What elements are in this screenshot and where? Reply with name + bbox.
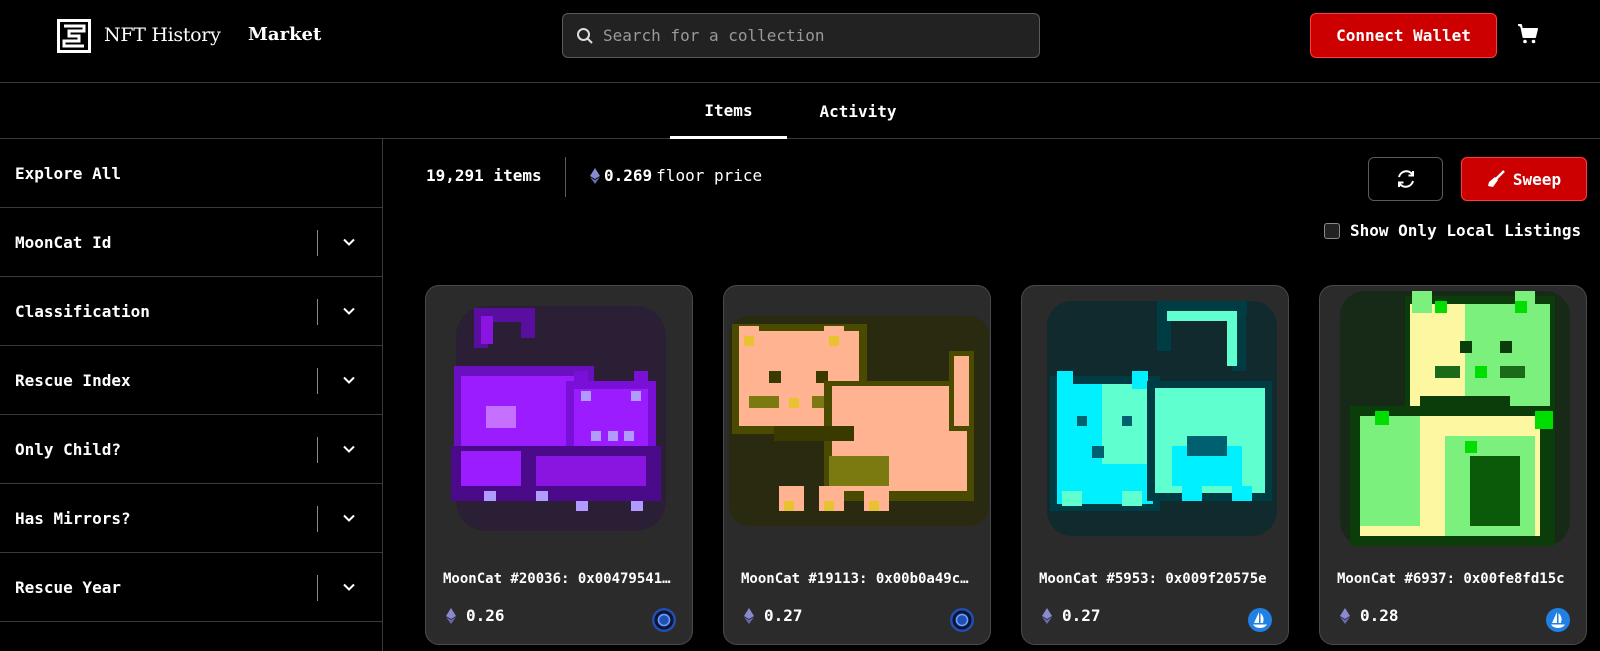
filter-label: Only Child? [15, 439, 121, 459]
divider [317, 368, 318, 394]
refresh-button[interactable] [1368, 157, 1443, 201]
connect-wallet-button[interactable]: Connect Wallet [1310, 13, 1497, 58]
nft-price-value: 0.26 [466, 606, 505, 625]
search-input[interactable] [603, 14, 1023, 57]
nft-title[interactable]: MoonCat #5953: 0x009f20575e [1039, 571, 1271, 587]
mooncat-purple-image [451, 306, 666, 531]
nft-price: 0.26 [446, 606, 505, 625]
collection-search[interactable] [562, 13, 1040, 58]
filter-label: Has Mirrors? [15, 508, 131, 528]
cart-icon[interactable] [1516, 22, 1540, 46]
nft-price-value: 0.27 [1062, 606, 1101, 625]
opensea-icon[interactable] [1545, 607, 1571, 633]
explore-all-item[interactable]: Explore All [0, 139, 382, 208]
stats-divider [565, 157, 566, 197]
filter-rescue-year[interactable]: Rescue Year [0, 553, 382, 622]
filter-only-child[interactable]: Only Child? [0, 415, 382, 484]
filter-label: Classification [15, 301, 150, 321]
filter-mooncat-id[interactable]: MoonCat Id [0, 208, 382, 277]
explore-all-label: Explore All [15, 163, 121, 183]
mooncat-green-image [1340, 291, 1570, 546]
filter-classification[interactable]: Classification [0, 277, 382, 346]
ring-marketplace-icon[interactable] [651, 607, 677, 633]
opensea-icon[interactable] [1247, 607, 1273, 633]
items-count: 19,291 items [426, 166, 542, 185]
mooncat-peach-image [729, 316, 989, 526]
chevron-down-icon[interactable] [341, 441, 357, 457]
floor-price-value: 0.269 [604, 166, 653, 185]
local-listings-label: Show Only Local Listings [1350, 221, 1582, 240]
eth-icon [1042, 607, 1052, 624]
filter-label: Rescue Year [15, 577, 121, 597]
nft-price: 0.28 [1340, 606, 1399, 625]
filter-sidebar: Explore All MoonCat Id Classification Re… [0, 139, 383, 651]
divider [317, 437, 318, 463]
nft-card[interactable]: MoonCat #5953: 0x009f20575e 0.27 [1021, 285, 1289, 645]
filter-rescue-index[interactable]: Rescue Index [0, 346, 382, 415]
chevron-down-icon[interactable] [341, 234, 357, 250]
tab-items[interactable]: Items [670, 84, 787, 139]
nft-title[interactable]: MoonCat #6937: 0x00fe8fd15c [1337, 571, 1569, 587]
eth-icon [590, 167, 600, 184]
local-listings-checkbox[interactable] [1324, 222, 1340, 239]
sweep-button[interactable]: Sweep [1461, 157, 1587, 201]
chevron-down-icon[interactable] [341, 372, 357, 388]
filter-label: Rescue Index [15, 370, 131, 390]
local-listings-toggle[interactable]: Show Only Local Listings [1324, 221, 1581, 240]
top-header: NFT History Market Connect Wallet [0, 0, 1600, 83]
nft-price-value: 0.28 [1360, 606, 1399, 625]
filter-has-mirrors[interactable]: Has Mirrors? [0, 484, 382, 553]
nft-price-value: 0.27 [764, 606, 803, 625]
brand-name[interactable]: NFT History [104, 24, 221, 46]
floor-price-label: floor price [656, 166, 763, 185]
nft-card[interactable]: MoonCat #19113: 0x00b0a49c… 0.27 [723, 285, 991, 645]
tab-bar: Items Activity [0, 84, 1600, 139]
nft-card[interactable]: MoonCat #6937: 0x00fe8fd15c 0.28 [1319, 285, 1587, 645]
nav-market-link[interactable]: Market [248, 24, 321, 45]
divider [317, 299, 318, 325]
divider [317, 575, 318, 601]
broom-icon [1487, 170, 1505, 187]
nft-title[interactable]: MoonCat #19113: 0x00b0a49c… [741, 571, 973, 587]
tab-activity[interactable]: Activity [808, 84, 908, 139]
refresh-icon [1397, 170, 1414, 188]
nft-card[interactable]: MoonCat #20036: 0x00479541… 0.26 [425, 285, 693, 645]
eth-icon [1340, 607, 1350, 624]
chevron-down-icon[interactable] [341, 303, 357, 319]
nft-price: 0.27 [1042, 606, 1101, 625]
chevron-down-icon[interactable] [341, 510, 357, 526]
chevron-down-icon[interactable] [341, 579, 357, 595]
search-icon [577, 28, 593, 44]
mooncat-cyan-image [1047, 301, 1277, 536]
filter-label: MoonCat Id [15, 232, 112, 252]
divider [317, 506, 318, 532]
floor-price: 0.269 floor price [590, 166, 762, 185]
divider [317, 230, 318, 256]
eth-icon [446, 607, 456, 624]
eth-icon [744, 607, 754, 624]
nft-history-logo-icon[interactable] [57, 19, 91, 53]
sweep-label: Sweep [1512, 169, 1562, 189]
nft-title[interactable]: MoonCat #20036: 0x00479541… [443, 571, 675, 587]
ring-marketplace-icon[interactable] [949, 607, 975, 633]
nft-price: 0.27 [744, 606, 803, 625]
